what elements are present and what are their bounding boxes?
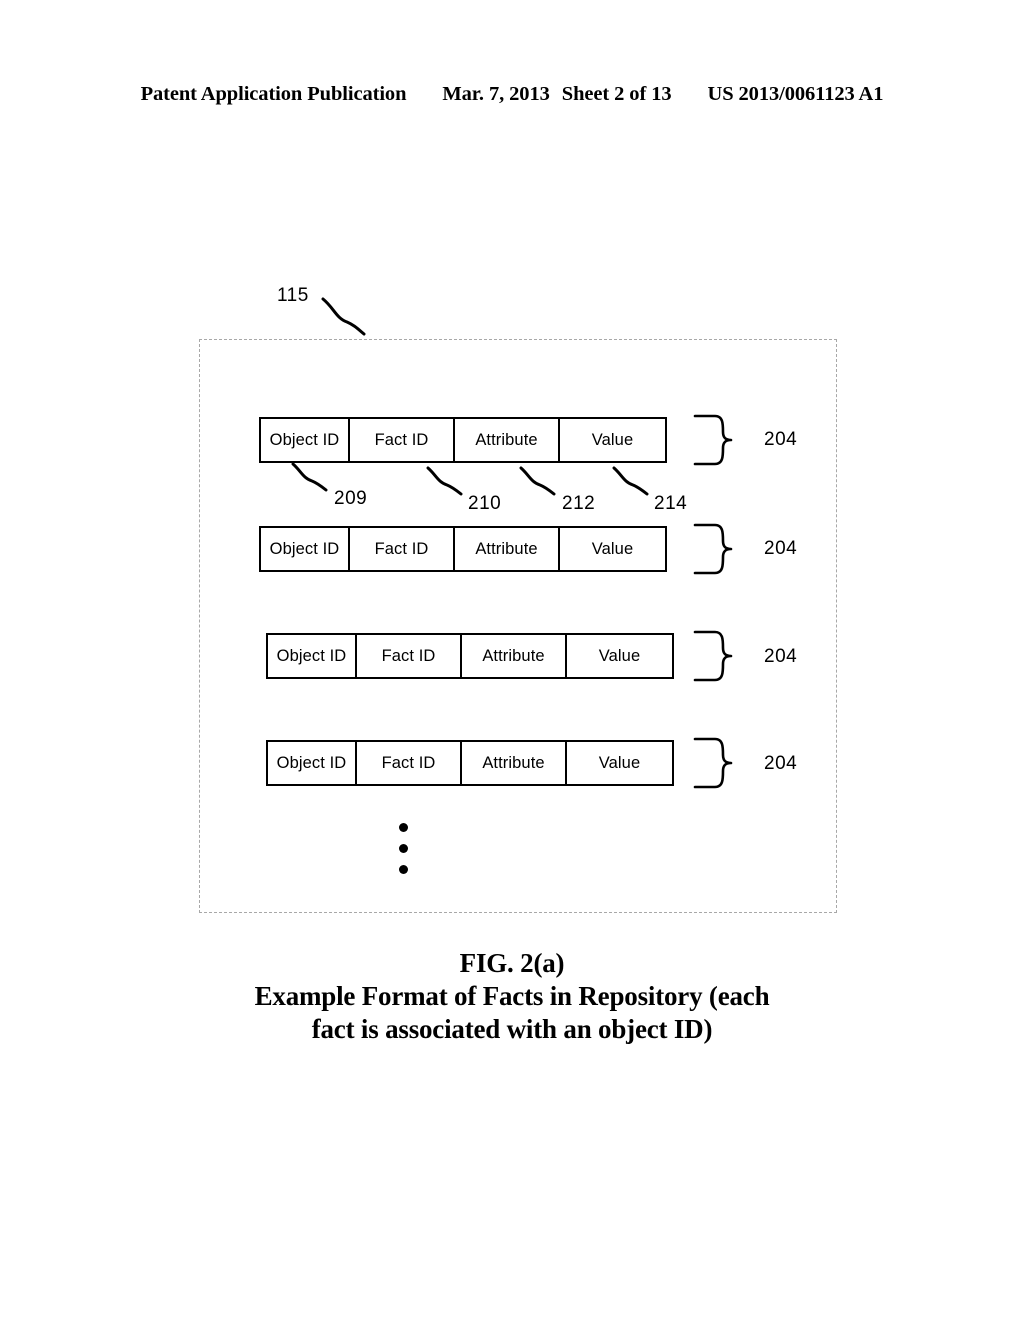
cell-fact-id: Fact ID [355, 635, 460, 677]
row-brace-icon [693, 523, 739, 575]
ellipsis-dot [399, 823, 408, 832]
cell-fact-id: Fact ID [355, 742, 460, 784]
reference-number-214: 214 [654, 493, 688, 514]
cell-object-id: Object ID [276, 753, 347, 772]
row-brace-icon [693, 414, 739, 466]
reference-number-204: 204 [764, 538, 798, 559]
reference-number-204: 204 [764, 753, 798, 774]
vertical-ellipsis-icon [399, 823, 411, 879]
cell-value: Value [565, 635, 672, 677]
reference-number-210: 210 [468, 493, 502, 514]
table-row[interactable]: Object ID Fact ID Attribute Value [266, 633, 674, 679]
figure-caption: FIG. 2(a) Example Format of Facts in Rep… [0, 947, 1024, 1046]
ellipsis-dot [399, 844, 408, 853]
cell-object-id: Object ID [269, 539, 340, 558]
cell-object-id: Object ID [269, 430, 340, 449]
row-brace-icon [693, 737, 739, 789]
page-header: Patent Application Publication Mar. 7, 2… [0, 83, 1024, 115]
table-row[interactable]: Object ID Fact ID Attribute Value [259, 526, 667, 572]
cell-attribute: Attribute [460, 635, 565, 677]
leader-line-115-icon [321, 297, 366, 336]
table-row[interactable]: Object ID Fact ID Attribute Value [259, 417, 667, 463]
cell-attribute: Attribute [453, 419, 558, 461]
figure-title-line-2: fact is associated with an object ID) [311, 1014, 713, 1044]
cell-fact-id: Fact ID [348, 419, 453, 461]
cell-attribute: Attribute [460, 742, 565, 784]
cell-value: Value [565, 742, 672, 784]
publication-number: US 2013/0061123 A1 [707, 83, 884, 105]
cell-fact-id: Fact ID [348, 528, 453, 570]
publication-label: Patent Application Publication [140, 83, 407, 105]
cell-value: Value [558, 419, 665, 461]
ellipsis-dot [399, 865, 408, 874]
reference-number-204: 204 [764, 646, 798, 667]
cell-value: Value [558, 528, 665, 570]
leader-line-209-icon [291, 462, 328, 492]
cell-attribute: Attribute [453, 528, 558, 570]
sheet-number: Sheet 2 of 13 [561, 83, 672, 105]
reference-number-209: 209 [334, 488, 368, 509]
publication-date: Mar. 7, 2013 [442, 83, 550, 105]
reference-number-115: 115 [277, 285, 309, 306]
leader-line-210-icon [426, 466, 463, 496]
cell-object-id: Object ID [276, 646, 347, 665]
figure-number: FIG. 2(a) [459, 948, 565, 978]
leader-line-212-icon [519, 466, 556, 496]
reference-number-204: 204 [764, 429, 798, 450]
figure-title-line-1: Example Format of Facts in Repository (e… [254, 981, 770, 1011]
leader-line-214-icon [612, 466, 649, 496]
row-brace-icon [693, 630, 739, 682]
reference-number-212: 212 [562, 493, 596, 514]
table-row[interactable]: Object ID Fact ID Attribute Value [266, 740, 674, 786]
